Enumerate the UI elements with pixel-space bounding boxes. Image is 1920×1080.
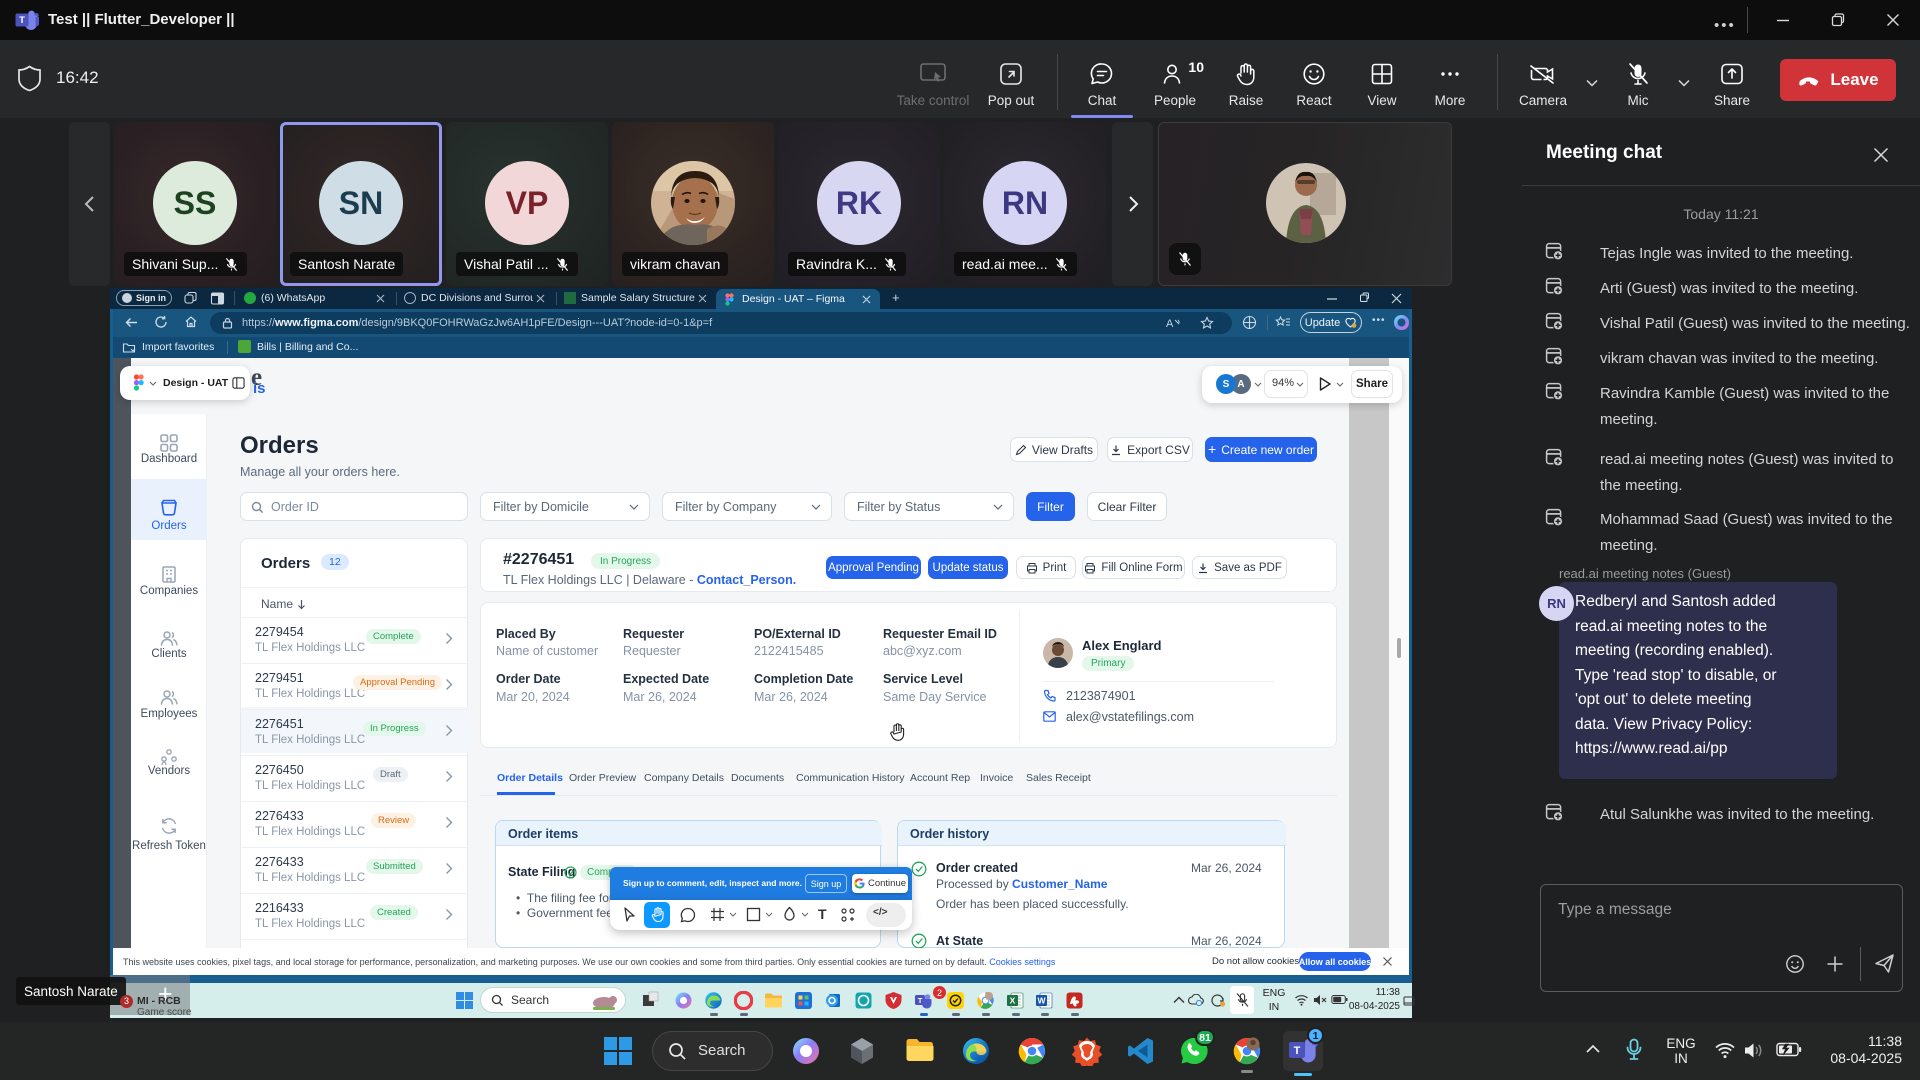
svg-text:A: A <box>1166 318 1174 330</box>
svg-text:T: T <box>918 996 923 1005</box>
svg-text:T: T <box>1294 1045 1301 1057</box>
svg-text:T: T <box>19 15 25 26</box>
svg-text:W: W <box>1037 996 1046 1006</box>
svg-text:X: X <box>1010 996 1016 1006</box>
